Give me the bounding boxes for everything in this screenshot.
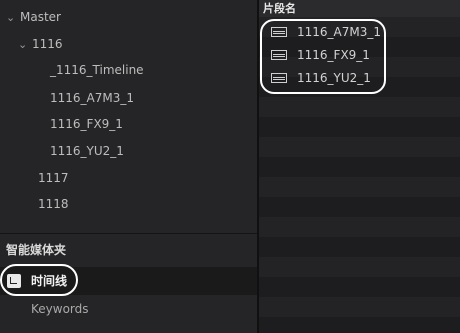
chevron-down-icon[interactable]: ⌄ (6, 6, 20, 30)
list-row-bg (259, 277, 460, 297)
list-row-bg (259, 157, 460, 177)
list-row-bg (259, 117, 460, 137)
list-row-bg (259, 177, 460, 197)
bin-child-yu2[interactable]: 1116_YU2_1 (50, 139, 124, 163)
chevron-down-icon[interactable]: ⌄ (18, 33, 32, 57)
bin-1116[interactable]: ⌄ 1116 (18, 32, 63, 56)
bin-child-fx9[interactable]: 1116_FX9_1 (50, 112, 123, 136)
list-row-bg (259, 137, 460, 157)
bin-master[interactable]: ⌄ Master (6, 5, 61, 29)
column-header-clip-name[interactable]: 片段名 (259, 0, 460, 17)
list-row-bg (259, 197, 460, 217)
bin-1117[interactable]: 1117 (38, 166, 69, 190)
smart-bin-keywords[interactable]: Keywords (31, 298, 89, 320)
bin-child-timeline[interactable]: _1116_Timeline (50, 58, 144, 82)
bin-child-a7m3[interactable]: 1116_A7M3_1 (50, 86, 134, 110)
list-row-bg (259, 217, 460, 237)
clips-highlight-circle (260, 19, 386, 94)
bin-1116-label: 1116 (32, 37, 63, 51)
bin-master-label: Master (20, 10, 61, 24)
bin-1118[interactable]: 1118 (38, 192, 69, 216)
media-pool-window: ⌄ Master ⌄ 1116 _1116_Timeline 1116_A7M3_1… (0, 0, 460, 333)
list-row-bg (259, 297, 460, 317)
list-row-bg (259, 317, 460, 333)
timeline-highlight-circle (0, 264, 78, 296)
list-row-bg (259, 257, 460, 277)
list-row-bg (259, 97, 460, 117)
list-row-bg (259, 237, 460, 257)
smart-bins-header: 智能媒体夹 (0, 233, 257, 265)
